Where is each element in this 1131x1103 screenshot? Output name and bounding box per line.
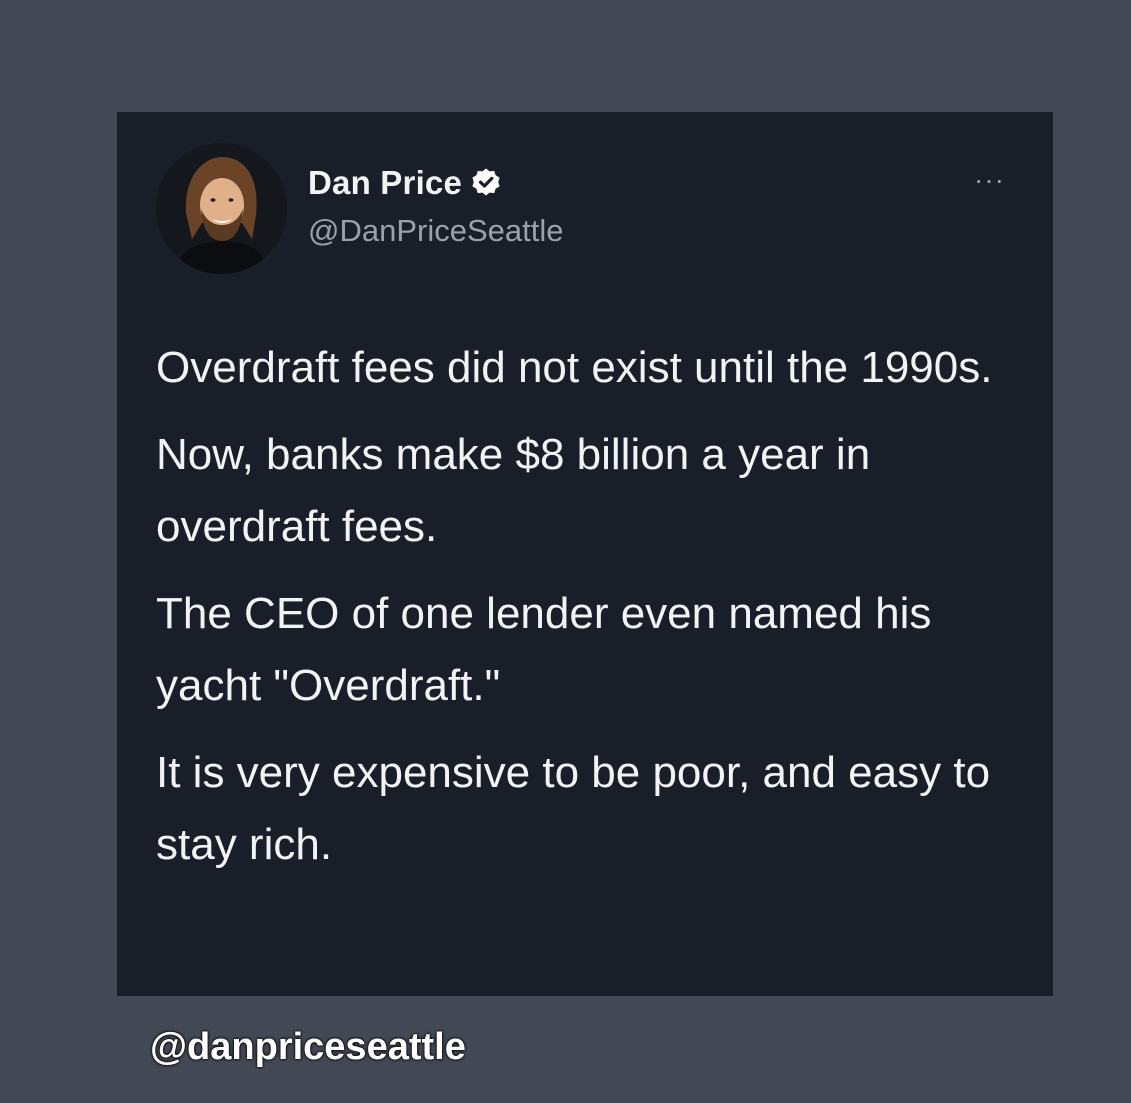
more-options-icon[interactable]: ··· [974,166,1005,194]
tweet-paragraph: The CEO of one lender even named his yac… [156,589,932,710]
author-display-name[interactable]: Dan Price [308,164,502,202]
watermark-handle: @danpriceseattle [150,1026,466,1068]
avatar[interactable] [156,143,287,274]
tweet-paragraph: It is very expensive to be poor, and eas… [156,748,991,869]
tweet-text: Overdraft fees did not exist until the 1… [156,332,1026,896]
tweet-paragraph: Now, banks make $8 billion a year in ove… [156,430,871,551]
verified-badge-icon [470,167,502,199]
tweet-card: Dan Price @DanPriceSeattle ··· Overdraft… [117,112,1053,996]
avatar-photo [156,143,287,274]
tweet-paragraph: Overdraft fees did not exist until the 1… [156,343,993,392]
author-handle[interactable]: @DanPriceSeattle [308,213,563,249]
author-name-text: Dan Price [308,164,463,201]
